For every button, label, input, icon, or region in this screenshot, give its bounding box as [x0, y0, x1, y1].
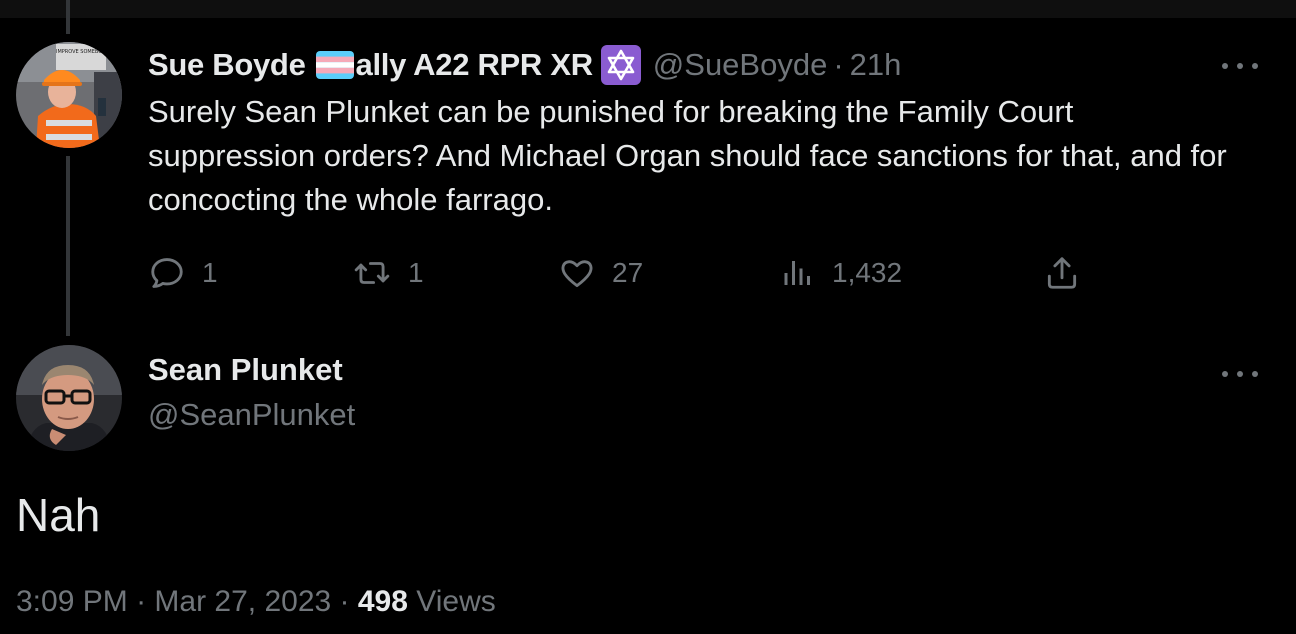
- tweet-date[interactable]: Mar 27, 2023: [154, 585, 331, 618]
- action-bar: 1 1 27 1,432: [148, 248, 1088, 298]
- thread-line-top: [66, 0, 70, 34]
- share-icon: [1047, 257, 1077, 289]
- transgender-flag-icon: [315, 51, 354, 79]
- retweet-count: 1: [408, 257, 424, 288]
- retweet-button[interactable]: 1: [352, 248, 424, 298]
- tweet-time[interactable]: 3:09 PM: [16, 585, 128, 618]
- author-name-suffix[interactable]: ally A22 RPR XR: [356, 47, 594, 83]
- views-count: 1,432: [832, 257, 903, 288]
- avatar-sean-plunket[interactable]: [16, 345, 122, 451]
- retweet-icon: [354, 262, 390, 284]
- author-handle[interactable]: @SeanPlunket: [148, 397, 355, 433]
- reply-to-header: Sue Boyde ally A22 RPR XR @SueBoyde · 21…: [148, 43, 901, 87]
- more-icon[interactable]: [1222, 56, 1258, 76]
- reply-count: 1: [202, 257, 218, 288]
- like-count: 27: [612, 257, 644, 288]
- reply-to-text: Surely Sean Plunket can be punished for …: [148, 94, 1227, 217]
- reply-button[interactable]: 1: [148, 248, 218, 298]
- author-name[interactable]: Sue Boyde: [148, 47, 306, 83]
- star-of-david-icon: [600, 45, 641, 85]
- author-handle[interactable]: @SueBoyde: [653, 47, 828, 83]
- heart-icon: [561, 260, 593, 288]
- more-icon[interactable]: [1222, 364, 1258, 384]
- avatar-sue-boyde[interactable]: IMPROVE SOMEBOD: [16, 42, 122, 148]
- tweet-time[interactable]: 21h: [850, 47, 902, 83]
- separator-dot: ·: [339, 585, 358, 618]
- thread-line: [66, 156, 70, 336]
- reply-icon: [151, 258, 183, 288]
- avatar-sign-text: IMPROVE SOMEBOD: [56, 49, 106, 55]
- views-label: Views: [416, 585, 496, 618]
- separator-dot: ·: [136, 585, 155, 618]
- views-count: 498: [357, 585, 408, 618]
- tweet-text: Nah: [16, 489, 101, 541]
- views-icon: [784, 261, 810, 285]
- top-divider: [0, 0, 1296, 18]
- like-button[interactable]: 27: [558, 248, 643, 298]
- author-name[interactable]: Sean Plunket: [148, 352, 343, 388]
- views-button[interactable]: 1,432: [780, 248, 902, 298]
- separator-dot: ·: [833, 47, 844, 82]
- tweet-meta: 3:09 PM · Mar 27, 2023 · 498 Views: [16, 585, 496, 619]
- share-button[interactable]: [1043, 248, 1081, 298]
